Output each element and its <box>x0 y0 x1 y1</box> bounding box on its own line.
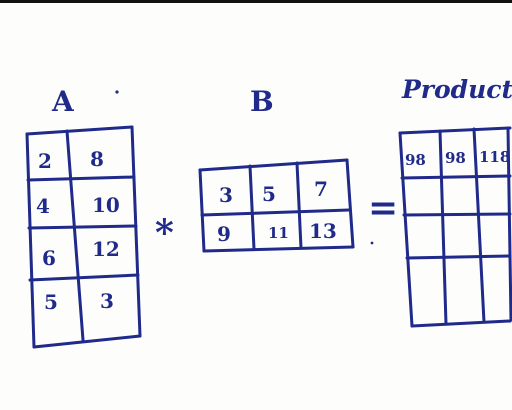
stray-dot <box>370 241 374 245</box>
matrix-a-cell: 8 <box>90 147 104 171</box>
product-cell: 118 <box>479 148 510 166</box>
product-line <box>400 174 512 180</box>
matrix-a-line <box>27 224 138 230</box>
product-line <box>398 126 512 135</box>
matrix-a-cell: 3 <box>100 289 114 313</box>
matrix-a-line <box>65 129 85 342</box>
product-cell: 98 <box>405 151 426 169</box>
matrix-b-line <box>202 245 355 253</box>
matrix-a-line <box>32 334 142 349</box>
stray-dot <box>115 90 119 94</box>
multiply-operator: * <box>155 212 174 254</box>
matrix-a-line <box>28 273 140 282</box>
matrix-b-cell: 3 <box>219 183 233 207</box>
product-cell: 98 <box>445 149 466 167</box>
product-label: Product <box>401 75 512 104</box>
matrix-a-cell: 2 <box>38 149 52 173</box>
matrix-a-cell: 5 <box>44 290 58 314</box>
matrix-b-cell: 9 <box>217 222 231 246</box>
matrix-b-line <box>198 168 206 253</box>
matrix-b-line <box>198 158 349 172</box>
matrix-a-cell: 6 <box>42 246 56 270</box>
matrix-a-cell: 12 <box>92 237 120 261</box>
matrix-b-cell: 5 <box>262 182 276 206</box>
matrix-b-line <box>248 164 256 251</box>
matrix-a-cell: 4 <box>36 194 50 218</box>
matrix-a-label: A <box>51 85 75 118</box>
product-line <box>410 319 512 328</box>
matrix-a-line <box>25 125 134 136</box>
matrix-b-cell: 7 <box>314 177 328 201</box>
matrix-b-line <box>200 208 351 217</box>
matrix-b-line <box>295 161 303 250</box>
matrix-a-line <box>26 175 136 182</box>
whiteboard-canvas: A 2 8 4 10 6 12 5 3 * B 3 5 7 9 11 13 = … <box>0 0 512 410</box>
matrix-a-line <box>25 132 36 349</box>
matrix-a-line <box>130 125 142 338</box>
matrix-b-label: B <box>250 85 274 118</box>
product-values: 98 98 118 <box>405 148 510 169</box>
product-line <box>402 212 512 217</box>
equals-operator: = <box>368 187 398 229</box>
matrix-a-cell: 10 <box>92 193 120 217</box>
matrix-b-cell: 13 <box>309 219 337 243</box>
matrix-b-cell: 11 <box>268 224 289 242</box>
matrix-b-line <box>345 158 355 249</box>
matrix-diagram: A 2 8 4 10 6 12 5 3 * B 3 5 7 9 11 13 = … <box>25 75 512 349</box>
product-line <box>405 254 512 260</box>
